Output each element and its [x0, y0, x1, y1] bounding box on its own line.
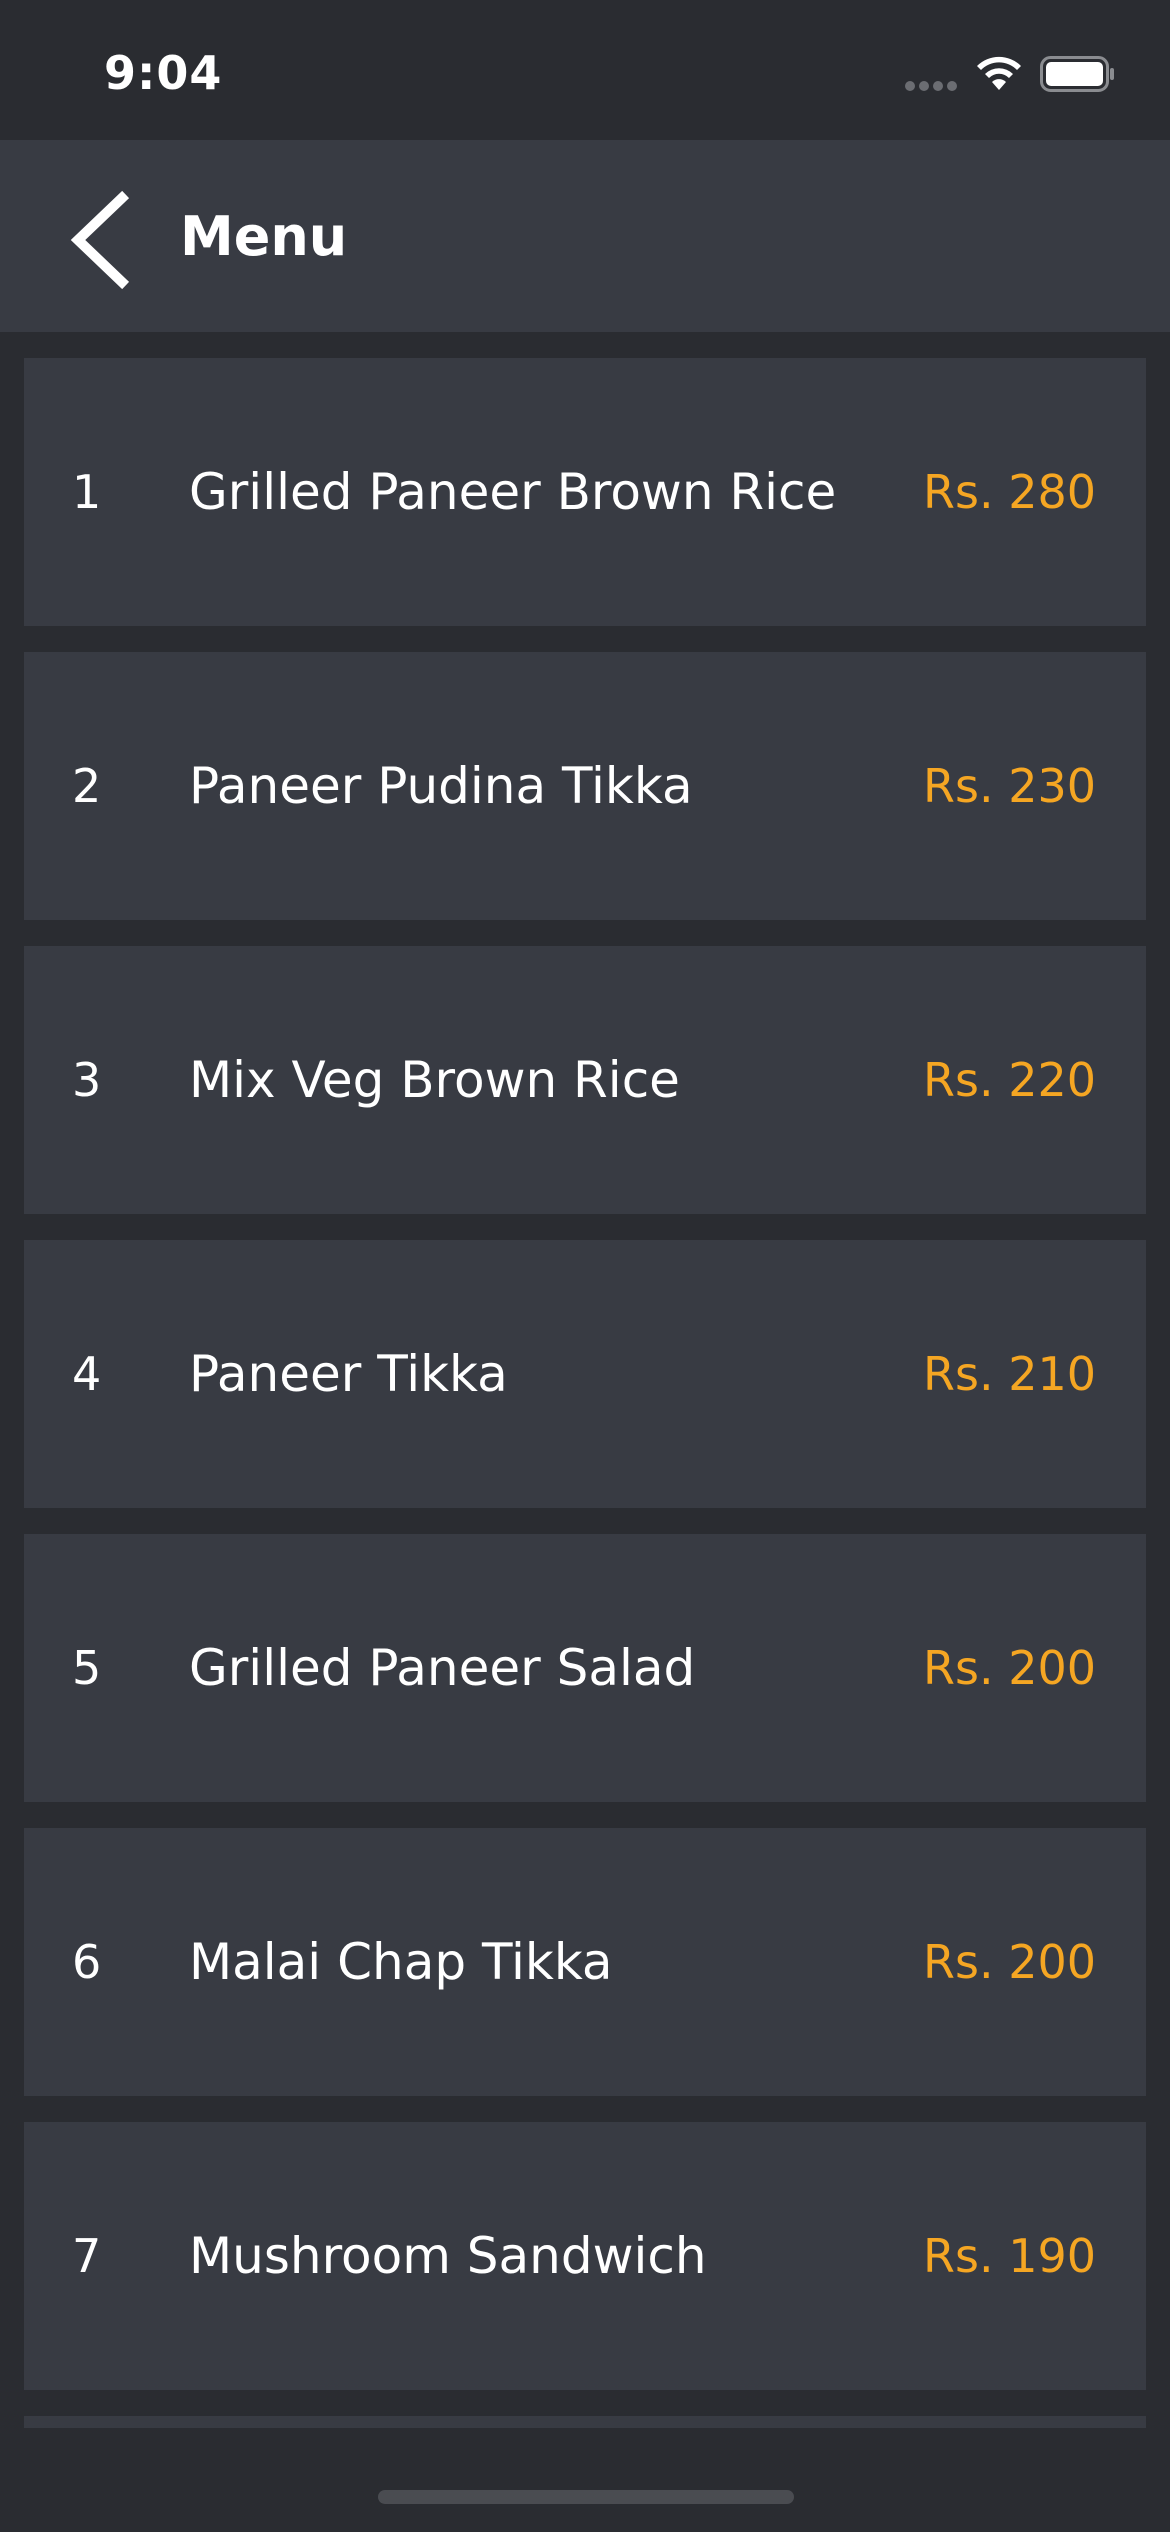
page-title: Menu: [180, 205, 348, 268]
item-name: Malai Chap Tikka: [189, 1933, 613, 1991]
item-name: Paneer Pudina Tikka: [189, 757, 693, 815]
menu-item-6[interactable]: 6 Malai Chap Tikka Rs. 200: [24, 1828, 1146, 2096]
item-price: Rs. 200: [923, 1641, 1096, 1695]
item-number: 7: [72, 2229, 102, 2283]
item-name: Paneer Tikka: [189, 1345, 508, 1403]
menu-item-partial[interactable]: [24, 2416, 1146, 2428]
status-time: 9:04: [104, 46, 223, 100]
item-number: 4: [72, 1347, 102, 1401]
item-number: 2: [72, 759, 102, 813]
menu-item-7[interactable]: 7 Mushroom Sandwich Rs. 190: [24, 2122, 1146, 2390]
menu-item-3[interactable]: 3 Mix Veg Brown Rice Rs. 220: [24, 946, 1146, 1214]
chevron-left-icon[interactable]: [64, 190, 134, 290]
item-name: Grilled Paneer Brown Rice: [189, 463, 837, 521]
item-price: Rs. 280: [923, 465, 1096, 519]
item-number: 3: [72, 1053, 102, 1107]
item-number: 6: [72, 1935, 102, 1989]
item-number: 5: [72, 1641, 102, 1695]
signal-dots-icon: [905, 81, 959, 91]
item-price: Rs. 200: [923, 1935, 1096, 1989]
item-price: Rs. 220: [923, 1053, 1096, 1107]
menu-item-4[interactable]: 4 Paneer Tikka Rs. 210: [24, 1240, 1146, 1508]
item-number: 1: [72, 465, 102, 519]
status-bar: 9:04: [0, 0, 1170, 140]
nav-bar: [0, 140, 1170, 332]
item-price: Rs. 190: [923, 2229, 1096, 2283]
menu-item-2[interactable]: 2 Paneer Pudina Tikka Rs. 230: [24, 652, 1146, 920]
item-name: Grilled Paneer Salad: [189, 1639, 696, 1697]
item-name: Mushroom Sandwich: [189, 2227, 707, 2285]
wifi-icon: [977, 56, 1021, 90]
menu-item-5[interactable]: 5 Grilled Paneer Salad Rs. 200: [24, 1534, 1146, 1802]
item-price: Rs. 210: [923, 1347, 1096, 1401]
menu-list: 1 Grilled Paneer Brown Rice Rs. 280 2 Pa…: [24, 358, 1146, 2416]
item-price: Rs. 230: [923, 759, 1096, 813]
home-indicator[interactable]: [378, 2490, 794, 2504]
battery-icon: [1040, 56, 1114, 92]
item-name: Mix Veg Brown Rice: [189, 1051, 680, 1109]
menu-item-1[interactable]: 1 Grilled Paneer Brown Rice Rs. 280: [24, 358, 1146, 626]
